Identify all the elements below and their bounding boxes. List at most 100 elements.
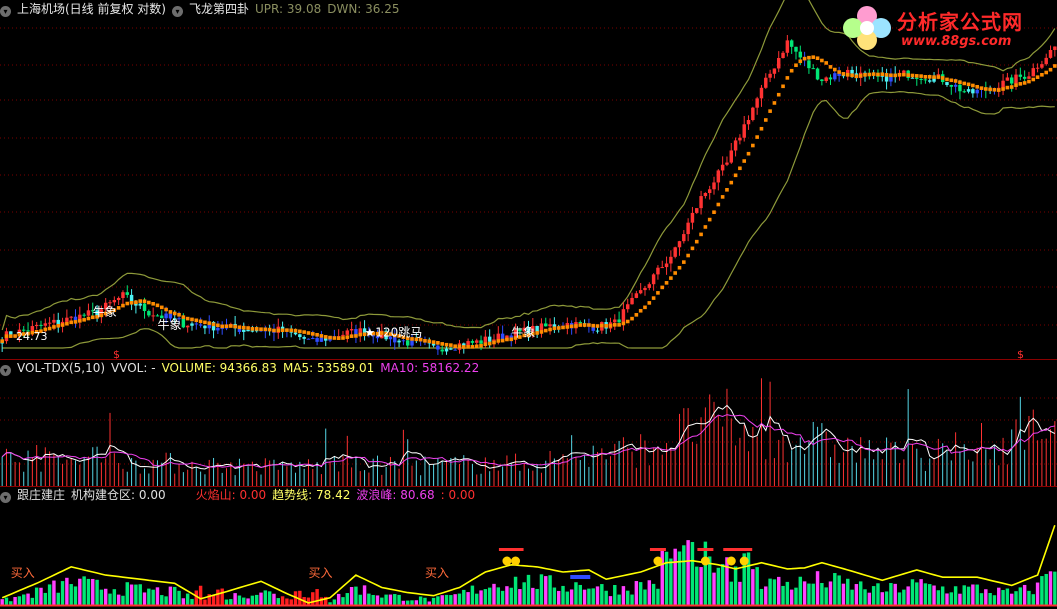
candle-body <box>820 79 824 82</box>
ma-point <box>880 72 885 77</box>
moving-average-line <box>0 55 1057 349</box>
ma-point <box>677 265 682 270</box>
volume-ma5-line <box>1 404 1056 470</box>
candle-body <box>125 292 129 295</box>
candle-body <box>798 51 803 58</box>
dwn-value: DWN: 36.25 <box>327 2 400 16</box>
candle-body <box>945 82 949 85</box>
buy-signal-label: 买入 <box>308 566 332 580</box>
ma-point <box>86 316 91 321</box>
candle-body <box>707 189 712 193</box>
ma-point <box>1001 87 1005 91</box>
ma-point <box>755 135 759 139</box>
candle-body <box>578 322 582 324</box>
logo-url: www.88gs.com <box>901 34 1012 49</box>
ma-point <box>423 339 427 343</box>
ma-point <box>621 321 626 326</box>
ma-point <box>336 336 341 341</box>
candle-body <box>953 84 958 87</box>
ma-point <box>358 332 363 337</box>
candle-body <box>349 329 354 331</box>
ma-point <box>720 195 725 199</box>
ma-point <box>52 325 56 329</box>
ma-point <box>738 166 742 171</box>
candle-body <box>669 256 673 264</box>
ma-point <box>220 324 224 329</box>
candle-body <box>647 284 652 288</box>
ma-point <box>768 109 772 113</box>
candle-body <box>725 162 729 165</box>
main-panel-header: ▾ 上海机场(日线 前复权 对数) ▾ 飞龙第四卦 UPR: 39.08 DWN: 36.… <box>0 1 406 18</box>
candle-body <box>699 196 703 209</box>
ma-point <box>138 299 143 303</box>
ma-point <box>949 78 954 83</box>
candle-body <box>621 309 626 323</box>
ma-point <box>919 74 923 78</box>
candle-body <box>138 303 142 306</box>
ma-point <box>625 319 630 324</box>
candle-body <box>52 319 56 323</box>
lower-band-line <box>2 90 1055 349</box>
ma-point <box>673 271 677 275</box>
ma-point <box>569 324 574 329</box>
candle-body <box>673 247 677 257</box>
ma-point <box>492 340 496 345</box>
candle-body <box>298 334 302 338</box>
annotation-label: 牛象 <box>157 317 181 332</box>
ma-point <box>254 327 259 331</box>
candle-body <box>811 68 815 70</box>
ma-point <box>651 296 656 300</box>
candle-body <box>789 40 794 47</box>
candle-body <box>1053 46 1057 50</box>
smiley-marker <box>511 556 521 566</box>
ma-point <box>690 246 695 251</box>
candle-body <box>738 137 742 141</box>
smiley-marker <box>653 556 663 566</box>
ma-point <box>151 302 155 306</box>
candle-body <box>785 40 790 53</box>
ma-point <box>1035 75 1040 79</box>
ma-point <box>867 72 872 77</box>
annotation-label: ★120跳马 <box>365 325 423 339</box>
ma-point <box>889 73 893 78</box>
smiley-marker <box>700 556 710 566</box>
volume-bars <box>1 378 1056 486</box>
candle-body <box>315 338 319 342</box>
candle-body <box>695 208 699 213</box>
annotation-label: 牛象 <box>93 304 117 319</box>
candle-body <box>902 70 906 73</box>
ma-point <box>824 61 828 65</box>
indicator-toggle-icon[interactable]: ▾ <box>172 6 183 17</box>
candle-body <box>293 332 298 335</box>
flower-logo-icon <box>843 6 891 50</box>
vvol-value: VVOL: - <box>111 361 156 375</box>
candle-body <box>638 290 643 294</box>
ma-point <box>996 88 1001 92</box>
candle-body <box>772 68 777 74</box>
ma-point <box>565 325 570 329</box>
ma-point <box>940 76 945 80</box>
ma-point <box>289 328 294 333</box>
ma-point <box>444 342 449 347</box>
ma-point <box>263 327 268 332</box>
candle-body <box>794 46 798 52</box>
ma-point <box>168 310 173 314</box>
candle-body <box>1027 76 1031 79</box>
ma-point <box>630 316 634 321</box>
ma-point <box>884 73 889 77</box>
candle-body <box>82 314 86 316</box>
indicator-panel-toggle-icon[interactable]: ▾ <box>0 492 11 503</box>
volume-toggle-icon[interactable]: ▾ <box>0 365 11 376</box>
ma-point <box>958 80 962 84</box>
candle-body <box>720 164 725 171</box>
chart-canvas: 牛象牛象★120跳马 牛象24.73$ $ 买入 买入 买入 <box>0 0 1057 607</box>
panel-toggle-icon[interactable]: ▾ <box>0 6 11 17</box>
jg-value: 机构建仓区: 0.00 <box>71 488 166 502</box>
candle-body <box>112 300 117 303</box>
candle-body <box>86 310 91 316</box>
candle-body <box>928 80 932 82</box>
ma-point <box>638 308 643 313</box>
candle-body <box>181 318 186 328</box>
logo-title: 分析家公式网 <box>897 10 1023 34</box>
smiley-marker <box>739 556 749 566</box>
